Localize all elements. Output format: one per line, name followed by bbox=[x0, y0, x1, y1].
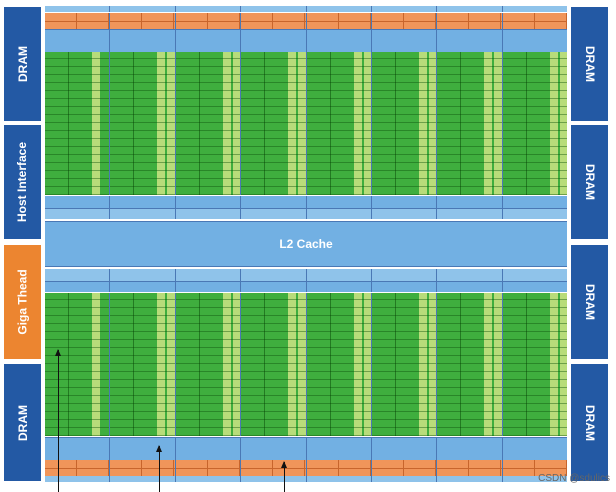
dram-block-left-1: DRAM bbox=[4, 7, 41, 121]
watermark: CSDN @sdulics bbox=[538, 473, 610, 484]
host-interface-label: Host Interface bbox=[15, 141, 30, 223]
dram-label: DRAM bbox=[582, 46, 597, 82]
top-cache-row bbox=[45, 29, 567, 53]
dram-label: DRAM bbox=[582, 164, 597, 200]
streaming-multiprocessor bbox=[109, 293, 175, 436]
dram-label: DRAM bbox=[582, 404, 597, 441]
l2-cache-label: L2 Cache bbox=[279, 237, 333, 251]
top-lower-cache-row bbox=[45, 196, 567, 209]
streaming-multiprocessor bbox=[370, 293, 437, 436]
arrow-pointer-cache bbox=[156, 445, 162, 492]
gpu-chip-diagram: L2 Cache bbox=[45, 6, 567, 482]
giga-thread-label: Giga Thead bbox=[15, 269, 30, 335]
top-sm-array bbox=[45, 52, 567, 195]
bottom-cache-row bbox=[45, 437, 567, 461]
dram-block-left-2: DRAM bbox=[4, 364, 41, 481]
streaming-multiprocessor bbox=[436, 293, 502, 436]
streaming-multiprocessor bbox=[174, 293, 241, 436]
streaming-multiprocessor bbox=[436, 52, 502, 195]
streaming-multiprocessor bbox=[370, 52, 437, 195]
arrow-pointer-sm bbox=[55, 349, 61, 492]
streaming-multiprocessor bbox=[240, 293, 306, 436]
bottom-edge-bar bbox=[45, 476, 567, 482]
streaming-multiprocessor bbox=[45, 293, 110, 436]
streaming-multiprocessor bbox=[45, 52, 110, 195]
streaming-multiprocessor bbox=[501, 293, 567, 436]
top-scheduler-row bbox=[45, 13, 567, 29]
bottom-upper-cache-row-2 bbox=[45, 282, 567, 292]
l2-cache-block: L2 Cache bbox=[45, 221, 567, 267]
streaming-multiprocessor bbox=[240, 52, 306, 195]
giga-thread-block: Giga Thead bbox=[4, 245, 41, 359]
bottom-upper-cache-row bbox=[45, 269, 567, 282]
host-interface-block: Host Interface bbox=[4, 125, 41, 239]
top-lower-cache-row-2 bbox=[45, 209, 567, 219]
streaming-multiprocessor bbox=[305, 293, 371, 436]
dram-block-right-2: DRAM bbox=[571, 125, 608, 239]
bottom-sm-array bbox=[45, 293, 567, 436]
dram-block-right-1: DRAM bbox=[571, 7, 608, 121]
top-edge-bar bbox=[45, 6, 567, 12]
bottom-scheduler-row bbox=[45, 460, 567, 476]
dram-block-right-3: DRAM bbox=[571, 245, 608, 359]
dram-label: DRAM bbox=[15, 46, 30, 82]
dram-label: DRAM bbox=[15, 404, 30, 441]
dram-block-right-4: DRAM bbox=[571, 364, 608, 481]
streaming-multiprocessor bbox=[305, 52, 371, 195]
dram-label: DRAM bbox=[582, 284, 597, 320]
arrow-pointer-scheduler bbox=[281, 461, 287, 492]
streaming-multiprocessor bbox=[174, 52, 241, 195]
streaming-multiprocessor bbox=[501, 52, 567, 195]
streaming-multiprocessor bbox=[109, 52, 175, 195]
